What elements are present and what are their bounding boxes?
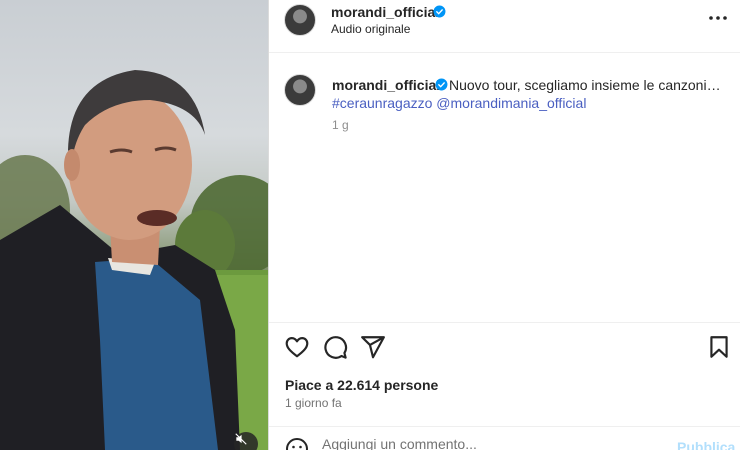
more-options-icon [709,16,727,20]
share-button[interactable] [360,334,386,360]
bookmark-icon [710,336,728,358]
verified-badge [430,4,446,22]
post-timestamp: 1 giorno fa [285,396,342,410]
caption-tags: #ceraunragazzo @morandimania_official [332,95,586,111]
emoji-icon [286,438,308,450]
avatar[interactable] [284,4,316,36]
save-button[interactable] [706,334,732,360]
caption-text: Nuovo tour, scegliamo insieme le canzoni… [449,77,721,93]
action-bar [269,334,740,364]
caption-username[interactable]: morandi_official [332,77,440,93]
mute-button[interactable] [234,432,258,450]
verified-badge-icon [435,78,448,91]
header-username[interactable]: morandi_official [331,4,439,20]
actions-divider [269,322,740,323]
caption-avatar[interactable] [284,74,316,106]
caption-verified-badge [432,77,448,95]
muted-speaker-icon [235,433,247,445]
like-button[interactable] [284,334,310,360]
verified-badge-icon [433,5,446,18]
comment-button[interactable] [322,334,348,360]
more-options-button[interactable] [707,10,729,26]
caption-timestamp[interactable]: 1 g [332,118,349,132]
send-icon [361,336,385,359]
hashtag-link[interactable]: #ceraunragazzo [332,95,432,111]
comment-bar: Pubblica [269,426,740,450]
heart-icon [285,337,309,358]
likes-count[interactable]: Piace a 22.614 persone [285,377,438,393]
publish-button[interactable]: Pubblica [677,439,735,450]
post-details-panel: morandi_official Audio originale morandi… [269,0,740,450]
video-player[interactable] [0,0,268,450]
video-frame [0,70,268,450]
comment-icon [324,336,348,359]
audio-label[interactable]: Audio originale [331,22,410,36]
post-header: morandi_official Audio originale [269,0,740,53]
emoji-button[interactable] [285,437,309,450]
comment-input[interactable] [322,436,652,450]
mention-link[interactable]: @morandimania_official [436,95,586,111]
